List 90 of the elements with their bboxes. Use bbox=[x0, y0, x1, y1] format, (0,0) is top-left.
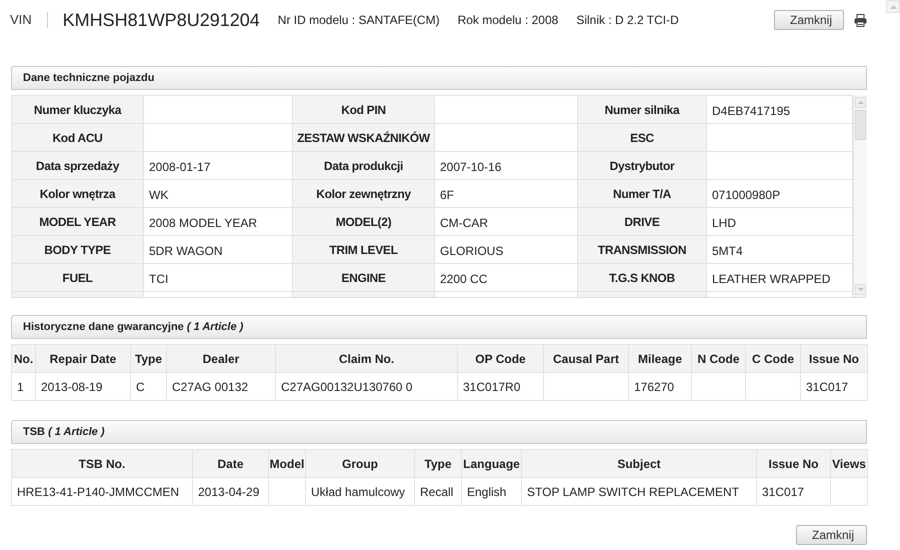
field-value: TCI bbox=[144, 264, 292, 292]
table-cell bbox=[830, 478, 868, 506]
scroll-up-icon[interactable] bbox=[855, 97, 866, 108]
column-header: N Code bbox=[692, 344, 746, 372]
field-label: FUEL bbox=[12, 264, 144, 292]
table-cell: C27AG00132U130760 0 bbox=[276, 372, 458, 400]
field-value: 2008-01-17 bbox=[144, 152, 292, 180]
field-value: 2008 MODEL YEAR bbox=[144, 208, 292, 236]
scroll-thumb[interactable] bbox=[855, 110, 866, 140]
column-header: No. bbox=[12, 344, 36, 372]
column-header: C Code bbox=[746, 344, 800, 372]
column-header: Views bbox=[830, 450, 868, 478]
column-header: Causal Part bbox=[544, 344, 628, 372]
column-header: Mileage bbox=[628, 344, 692, 372]
column-header: TSB No. bbox=[12, 450, 192, 478]
table-cell: HRE13-41-P140-JMMCCMEN bbox=[12, 478, 192, 506]
scroll-down-icon[interactable] bbox=[855, 284, 866, 295]
column-header: Type bbox=[130, 344, 166, 372]
close-button[interactable]: Zamknij bbox=[774, 10, 844, 30]
table-cell: 31C017 bbox=[800, 372, 868, 400]
table-cell: 1 bbox=[12, 372, 36, 400]
column-header: Issue No bbox=[756, 450, 830, 478]
table-cell: 31C017R0 bbox=[458, 372, 544, 400]
table-cell: 2013-04-29 bbox=[192, 478, 268, 506]
field-value: WK bbox=[144, 180, 292, 208]
field-label: Kolor zewnętrzny bbox=[292, 180, 434, 208]
column-header: Type bbox=[414, 450, 462, 478]
table-cell: Recall bbox=[414, 478, 462, 506]
vin-label: VIN bbox=[10, 11, 32, 30]
table-cell: 31C017 bbox=[756, 478, 830, 506]
table-cell: C bbox=[130, 372, 166, 400]
field-value: 071000980P bbox=[706, 180, 852, 208]
column-header: OP Code bbox=[458, 344, 544, 372]
table-cell bbox=[746, 372, 800, 400]
field-value: LEATHER WRAPPED bbox=[706, 264, 852, 292]
field-value: LHD bbox=[706, 208, 852, 236]
column-header: Subject bbox=[522, 450, 756, 478]
column-header: Issue No bbox=[800, 344, 868, 372]
table-cell: English bbox=[462, 478, 522, 506]
field-value: 5DR WAGON bbox=[144, 236, 292, 264]
field-label: Kolor wnętrza bbox=[12, 180, 144, 208]
field-value: D4EB7417195 bbox=[706, 96, 852, 124]
column-header: Model bbox=[268, 450, 306, 478]
field-value: CM-CAR bbox=[434, 208, 578, 236]
column-header: Claim No. bbox=[276, 344, 458, 372]
field-label: Kod PIN bbox=[292, 96, 434, 124]
field-label: ESC bbox=[578, 124, 706, 152]
field-label: Numer T/A bbox=[578, 180, 706, 208]
column-header: Date bbox=[192, 450, 268, 478]
table-cell: C27AG 00132 bbox=[166, 372, 276, 400]
field-label: Dystrybutor bbox=[578, 152, 706, 180]
field-value: GLORIOUS bbox=[434, 236, 578, 264]
field-value: 2200 CC bbox=[434, 264, 578, 292]
field-label: Data produkcji bbox=[292, 152, 434, 180]
field-value: 2007-10-16 bbox=[434, 152, 578, 180]
field-label: MODEL(2) bbox=[292, 208, 434, 236]
table-cell: 2013-08-19 bbox=[36, 372, 130, 400]
field-label: TRANSMISSION bbox=[578, 236, 706, 264]
table-cell: STOP LAMP SWITCH REPLACEMENT bbox=[522, 478, 756, 506]
vehicle-info: Silnik : D 2.2 TCI-D bbox=[576, 12, 679, 29]
print-icon[interactable] bbox=[854, 14, 867, 26]
table-cell: Układ hamulcowy bbox=[306, 478, 414, 506]
vehicle-info: Nr ID modelu : SANTAFE(CM) bbox=[278, 12, 440, 29]
field-label: Data sprzedaży bbox=[12, 152, 144, 180]
vin-number: KMHSH81WP8U291204 bbox=[62, 8, 260, 32]
section-title: Historyczne dane gwarancyjne ( 1 Article ) bbox=[23, 320, 244, 335]
column-header: Dealer bbox=[166, 344, 276, 372]
field-value: 5MT4 bbox=[706, 236, 852, 264]
table-cell: 176270 bbox=[628, 372, 692, 400]
field-value: 6F bbox=[434, 180, 578, 208]
field-label: Numer silnika bbox=[578, 96, 706, 124]
scroll-up-icon[interactable] bbox=[886, 0, 900, 13]
section-title: Dane techniczne pojazdu bbox=[23, 70, 154, 86]
table-cell bbox=[692, 372, 746, 400]
column-header: Language bbox=[462, 450, 522, 478]
field-label: T.G.S KNOB bbox=[578, 264, 706, 292]
field-label: DRIVE bbox=[578, 208, 706, 236]
field-label: Numer kluczyka bbox=[12, 96, 144, 124]
close-button[interactable]: Zamknij bbox=[796, 525, 867, 545]
field-label: TRIM LEVEL bbox=[292, 236, 434, 264]
table-cell bbox=[268, 478, 306, 506]
vehicle-info: Rok modelu : 2008 bbox=[458, 12, 558, 29]
field-label: BODY TYPE bbox=[12, 236, 144, 264]
field-label: ENGINE bbox=[292, 264, 434, 292]
field-label: Kod ACU bbox=[12, 124, 144, 152]
column-header: Group bbox=[306, 450, 414, 478]
field-label: MODEL YEAR bbox=[12, 208, 144, 236]
column-header: Repair Date bbox=[36, 344, 130, 372]
field-label: ZESTAW WSKAŹNIKÓW bbox=[292, 124, 434, 152]
section-title: TSB ( 1 Article ) bbox=[23, 424, 105, 440]
